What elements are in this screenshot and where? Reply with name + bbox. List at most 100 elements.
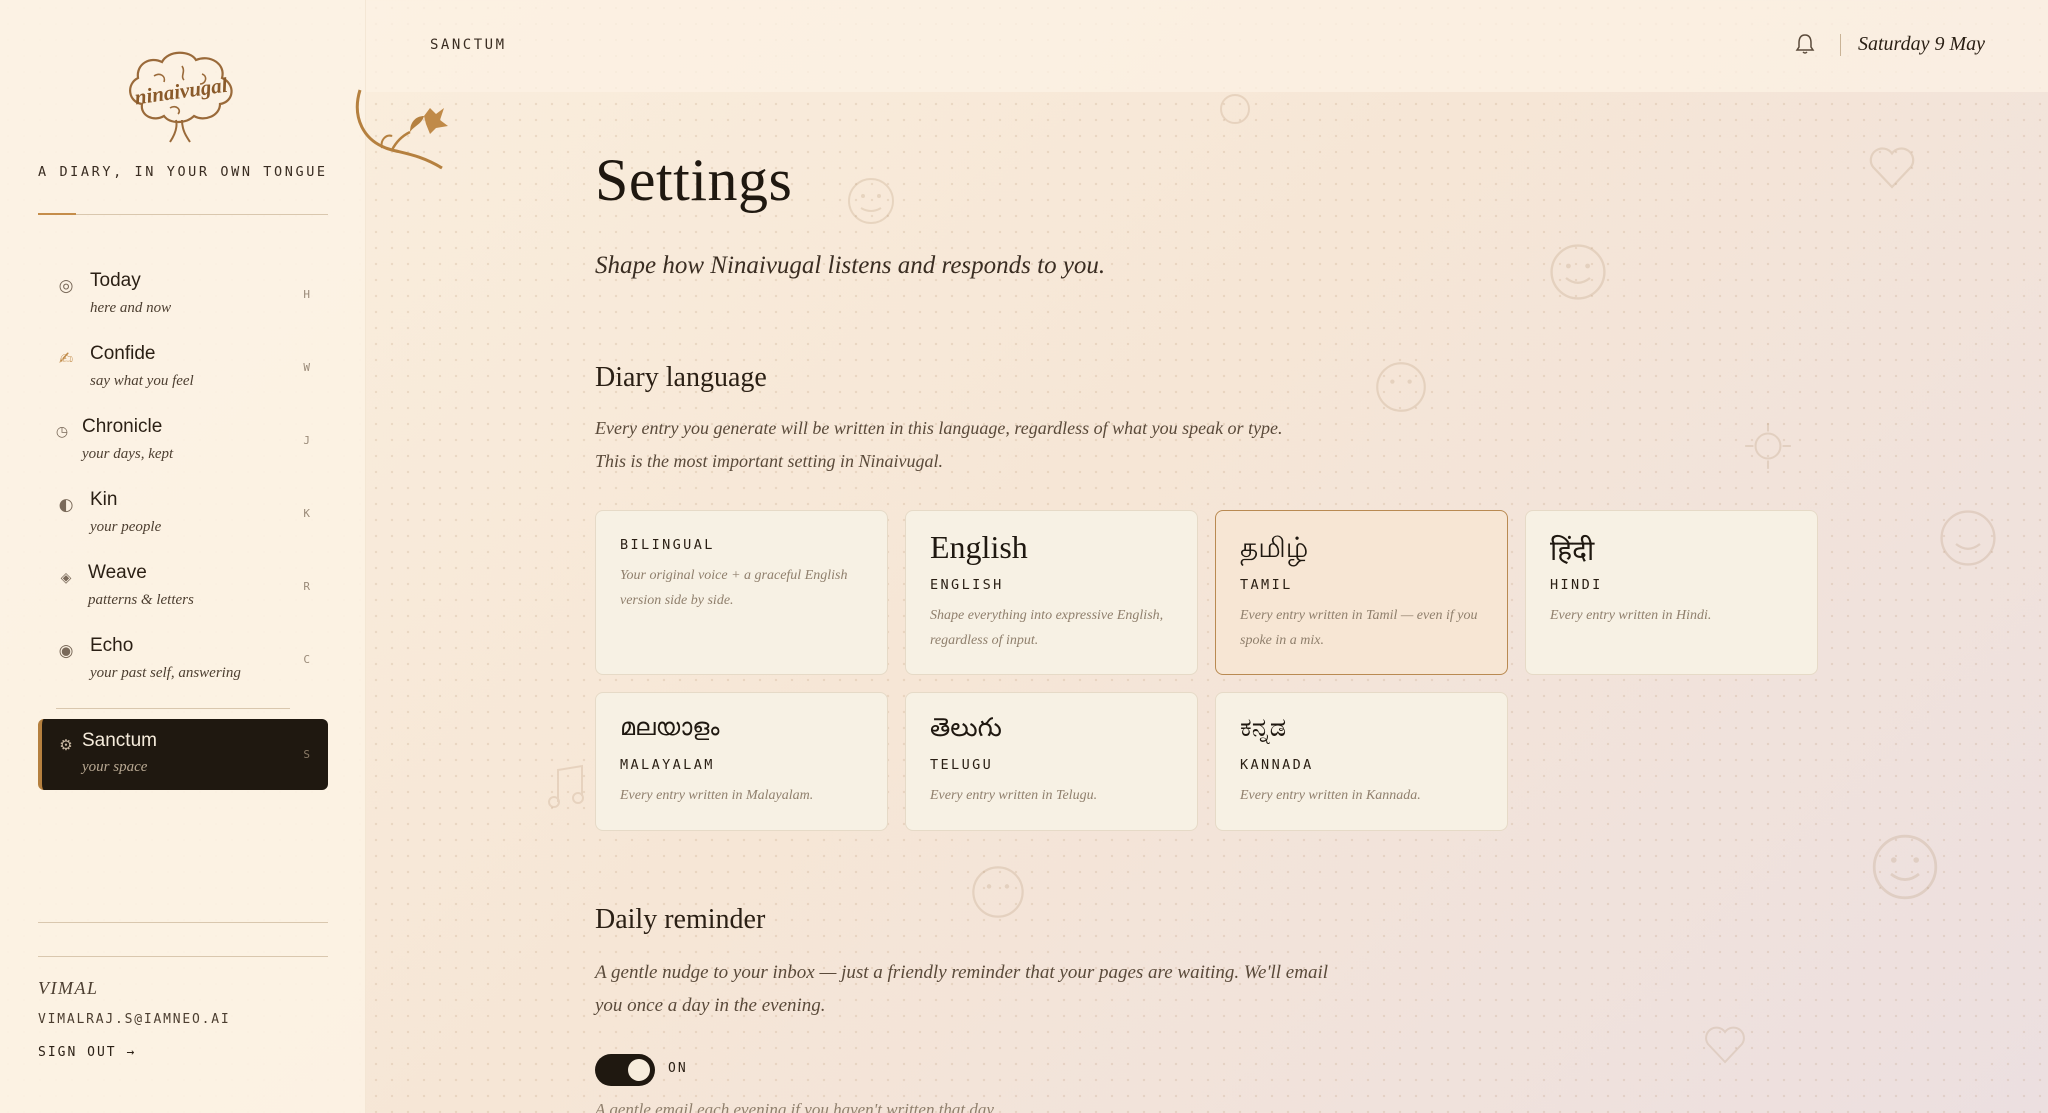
language-native-name: ಕನ್ನಡ [1240,713,1287,743]
decorative-sun-icon [1745,423,1791,469]
nav-shortcut: J [303,434,310,447]
divider [1840,34,1841,56]
language-option-malayalam[interactable]: മലയാളം MALAYALAM Every entry written in … [595,692,888,831]
decorative-music-icon [548,764,584,808]
language-native-name: తెలుగు [930,713,1002,743]
decorative-face-icon [1872,834,1938,900]
language-code: ENGLISH [930,577,1004,593]
language-option-telugu[interactable]: తెలుగు TELUGU Every entry written in Tel… [905,692,1198,831]
divider [38,956,328,957]
nav-sub: your space [82,759,148,775]
page-subtitle: Shape how Ninaivugal listens and respond… [595,252,1106,279]
language-code: TAMIL [1240,577,1293,593]
daily-reminder-note: A gentle email each evening if you haven… [595,1100,998,1113]
language-desc: Every entry written in Tamil — even if y… [1240,608,1478,648]
clock-icon: ◷ [55,424,69,440]
user-name: VIMAL [38,978,99,998]
writing-hand-icon: ✍ [58,349,74,369]
language-option-hindi[interactable]: हिंदी HINDI Every entry written in Hindi… [1525,510,1818,675]
nav-label: Echo [90,635,134,656]
divider-accent [38,213,76,215]
nav-label: Weave [88,562,147,583]
language-option-tamil[interactable]: தமிழ் TAMIL Every entry written in Tamil… [1215,510,1508,675]
decorative-circle-icon [1220,94,1250,124]
decorative-face-icon [972,866,1024,918]
language-option-bilingual[interactable]: BILINGUAL Your original voice + a gracef… [595,510,888,675]
language-code: TELUGU [930,757,994,773]
nav-shortcut: R [303,580,310,593]
nav-label: Chronicle [82,416,163,437]
nav-list: ◎ Today here and now H ✍ Confide say wha… [38,260,328,698]
nav-label: Kin [90,489,118,510]
diamond-icon: ◈ [60,570,72,586]
language-code: MALAYALAM [620,757,715,773]
language-option-english[interactable]: English ENGLISH Shape everything into ex… [905,510,1198,675]
sidebar-item-echo[interactable]: ◉ Echo your past self, answering C [38,625,328,698]
decorative-face-icon [1940,510,1996,566]
language-native-name: English [930,529,1028,565]
nav-label: Sanctum [82,730,157,751]
gear-icon: ⚙ [59,736,73,754]
current-date: Saturday 9 May [1858,33,1986,55]
tagline: A DIARY, IN YOUR OWN TONGUE [38,164,328,180]
nav-label: Today [90,270,141,291]
language-native-name: हिंदी [1550,534,1595,567]
divider [38,214,328,215]
language-desc: Every entry written in Malayalam. [620,788,814,803]
sidebar-item-today[interactable]: ◎ Today here and now H [38,260,328,333]
diary-language-desc: This is the most important setting in Ni… [595,451,944,471]
nav-sub: your days, kept [82,446,174,462]
decorative-heart-icon [1705,1026,1745,1064]
nav-shortcut: W [303,361,310,374]
language-desc: Shape everything into expressive English… [930,608,1164,648]
sidebar-item-confide[interactable]: ✍ Confide say what you feel W [38,333,328,406]
sign-out-link[interactable]: SIGN OUT → [38,1045,136,1060]
sidebar-item-weave[interactable]: ◈ Weave patterns & letters R [38,552,328,625]
language-code: HINDI [1550,577,1603,593]
user-email: VIMALRAJ.S@IAMNEO.AI [38,1012,231,1027]
circle-icon: ◎ [58,276,74,296]
breadcrumb: SANCTUM [430,37,507,53]
decorative-face-icon [848,178,894,224]
vine-ornament-icon [355,89,448,170]
dot-circle-icon: ◉ [58,641,74,661]
nav-sub: your past self, answering [90,665,241,681]
sidebar-item-chronicle[interactable]: ◷ Chronicle your days, kept J [38,406,328,479]
language-code: KANNADA [1240,757,1314,773]
logo-text: ninaivugal [133,73,229,110]
nav-sub: patterns & letters [88,592,194,608]
nav-label: Confide [90,343,156,364]
nav-sub: here and now [90,300,172,316]
daily-reminder-desc: you once a day in the evening. [595,995,826,1016]
language-desc: Every entry written in Hindi. [1550,608,1712,623]
nav-shortcut: C [303,653,310,666]
nav-sub: say what you feel [90,373,194,389]
decorative-face-icon [1550,244,1606,300]
language-native-name: മലയാളം [620,713,720,741]
language-code: BILINGUAL [620,537,715,553]
language-desc: Every entry written in Telugu. [930,788,1098,803]
nav-shortcut: K [303,507,310,520]
page-title: Settings [595,147,793,213]
ninaivugal-logo[interactable]: ninaivugal [120,46,244,146]
sidebar-item-sanctum[interactable]: ⚙ Sanctum your space S [38,719,328,790]
nav-shortcut: S [303,748,310,761]
divider [38,922,328,923]
diary-language-desc: Every entry you generate will be written… [595,418,1283,438]
language-desc: Every entry written in Kannada. [1240,788,1421,803]
toggle-state-label: ON [668,1061,688,1076]
sidebar-item-kin[interactable]: ◐ Kin your people K [38,479,328,552]
language-desc: Your original voice + a graceful English… [620,568,848,608]
bell-icon[interactable] [1794,32,1816,56]
nav-shortcut: H [303,288,310,301]
half-moon-icon: ◐ [58,495,74,515]
toggle-knob [628,1059,650,1081]
nav-sub: your people [90,519,162,535]
decorative-heart-icon [1869,147,1915,189]
language-option-kannada[interactable]: ಕನ್ನಡ KANNADA Every entry written in Kan… [1215,692,1508,831]
daily-reminder-toggle[interactable] [595,1054,655,1086]
sidebar: ninaivugal A DIARY, IN YOUR OWN TONGUE ◎… [0,0,366,1113]
top-bar: SANCTUM Saturday 9 May [366,0,2048,92]
divider [56,708,290,709]
daily-reminder-desc: A gentle nudge to your inbox — just a fr… [595,962,1329,983]
